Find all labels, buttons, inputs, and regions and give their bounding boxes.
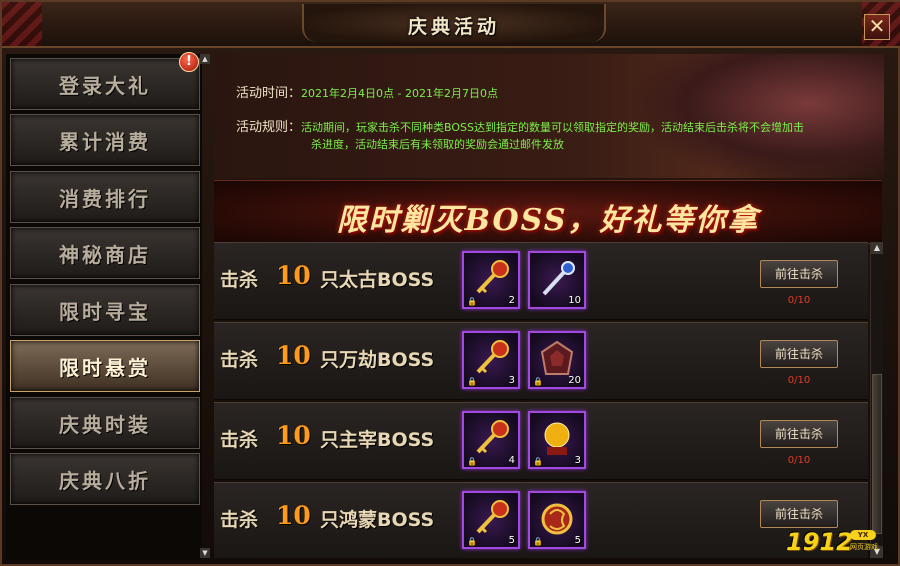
sidebar: 登录大礼 累计消费 消费排行 神秘商店 限时寻宝 限时悬赏 庆典时装 庆典八折 [6,54,202,560]
lock-icon: 🔒 [533,537,543,546]
reward-slot[interactable]: 🔒 20 [528,331,586,389]
reward-slot[interactable]: 🔒 2 [462,251,520,309]
red-key-icon [476,500,509,534]
bounty-row: 击杀 10 只鸿蒙BOSS 🔒 5 🔒 5 前往击杀 [214,482,868,558]
event-rule-label: 活动规则： [236,120,302,135]
boss-name: 只主宰BOSS [320,429,435,451]
red-key-icon [476,340,509,374]
kill-label: 击杀 [220,349,259,371]
event-rule-text-2: 杀进度，活动结束后有未领取的奖励会通过邮件发放 [311,138,564,151]
event-time-label: 活动时间： [236,86,302,101]
bounty-row: 击杀 10 只主宰BOSS 🔒 4 🔒 3 前往击杀 0/10 [214,402,868,480]
bounty-row: 击杀 10 只万劫BOSS 🔒 3 🔒 20 前往击杀 0/10 [214,322,868,400]
reward-slot[interactable]: 🔒 5 [462,491,520,549]
kill-progress: 0/10 [787,455,811,466]
boss-name: 只鸿蒙BOSS [320,509,435,531]
reward-count: 5 [574,535,581,546]
reward-slot[interactable]: 🔒 3 [462,331,520,389]
event-rule-text-1: 活动期间，玩家击杀不同种类BOSS达到指定的数量可以领取指定的奖励，活动结束后击… [301,121,804,134]
event-rule-line: 活动规则：活动期间，玩家击杀不同种类BOSS达到指定的数量可以领取指定的奖励，活… [236,116,846,135]
reward-count: 20 [568,375,581,386]
dragon-emblem-icon [541,503,573,535]
title-bar: 庆典活动 ✕ [2,2,900,48]
title-plate: 庆典活动 [302,4,606,42]
reward-count: 5 [508,535,515,546]
scroll-thumb[interactable] [872,374,882,534]
reward-count: 4 [508,455,515,466]
window-title: 庆典活动 [407,16,500,38]
kill-progress: 0/10 [787,375,811,386]
kill-label: 击杀 [220,269,259,291]
watermark-text: 1912 [786,528,853,556]
bounty-row: 击杀 10 只太古BOSS 🔒 2 10 前往击杀 0/10 [214,242,868,320]
red-key-icon [476,260,509,294]
event-window: 庆典活动 ✕ 登录大礼 累计消费 消费排行 神秘商店 限时寻宝 限时悬赏 庆典时… [0,0,900,566]
reward-slot[interactable]: 10 [528,251,586,309]
chain-ornament-left [2,2,42,46]
event-rule-line-2: 杀进度，活动结束后有未领取的奖励会通过邮件发放 [311,136,564,152]
event-time-line: 活动时间：2021年2月4日0点 - 2021年2月7日0点 [236,82,498,101]
reward-count: 3 [508,375,515,386]
rune-stone-icon [540,340,574,375]
scroll-up-icon[interactable]: ▲ [871,242,883,254]
kill-count: 10 [276,261,311,290]
event-banner: 限时剿灭BOSS，好礼等你拿 [214,180,882,244]
reward-count: 10 [568,295,581,306]
go-kill-button[interactable]: 前往击杀 [760,340,838,368]
sidebar-item-spend-ranking[interactable]: 消费排行 [10,171,200,223]
go-kill-button[interactable]: 前往击杀 [760,420,838,448]
reward-slot[interactable]: 🔒 4 [462,411,520,469]
sidebar-scroll-up-icon[interactable]: ▲ [200,54,210,64]
banner-text: 限时剿灭BOSS，好礼等你拿 [336,203,760,238]
kill-progress: 0/10 [787,295,811,306]
reward-slot[interactable]: 🔒 3 [528,411,586,469]
lock-icon: 🔒 [467,377,477,386]
lock-icon: 🔒 [467,297,477,306]
event-time-value: 2021年2月4日0点 - 2021年2月7日0点 [301,87,498,100]
reward-slot[interactable]: 🔒 5 [528,491,586,549]
sidebar-scroll-down-icon[interactable]: ▼ [200,548,210,558]
sidebar-item-discount[interactable]: 庆典八折 [10,453,200,505]
list-scrollbar[interactable]: ▲ ▼ [870,242,883,558]
lock-icon: 🔒 [467,457,477,466]
alert-icon: ! [179,52,199,72]
kill-count: 10 [276,421,311,450]
sidebar-item-fashion[interactable]: 庆典时装 [10,397,200,449]
sidebar-item-bounty[interactable]: 限时悬赏 [10,340,200,392]
lock-icon: 🔒 [533,457,543,466]
kill-count: 10 [276,341,311,370]
sidebar-item-cumulative-spend[interactable]: 累计消费 [10,114,200,166]
kill-count: 10 [276,501,311,530]
sidebar-item-mystery-shop[interactable]: 神秘商店 [10,227,200,279]
bounty-list: 击杀 10 只太古BOSS 🔒 2 10 前往击杀 0/10 击杀 10 只万劫… [214,242,868,558]
watermark-sub: 网页游戏 [850,543,878,551]
kill-label: 击杀 [220,429,259,451]
red-key-icon [476,420,509,454]
event-info-panel: 活动时间：2021年2月4日0点 - 2021年2月7日0点 活动规则：活动期间… [214,54,884,178]
watermark-badge: YX [850,530,876,540]
silver-scepter-icon [542,261,575,296]
kill-label: 击杀 [220,509,259,531]
reward-count: 2 [508,295,515,306]
reward-count: 3 [574,455,581,466]
sidebar-item-login-gift[interactable]: 登录大礼 [10,58,200,110]
close-button[interactable]: ✕ [864,14,890,40]
lock-icon: 🔒 [467,537,477,546]
sidebar-item-treasure-hunt[interactable]: 限时寻宝 [10,284,200,336]
boss-name: 只太古BOSS [320,269,435,291]
golden-orb-icon [544,422,570,455]
lock-icon: 🔒 [533,377,543,386]
watermark-logo: 1912 YX 网页游戏 [786,528,880,558]
go-kill-button[interactable]: 前往击杀 [760,260,838,288]
go-kill-button[interactable]: 前往击杀 [760,500,838,528]
boss-name: 只万劫BOSS [320,349,435,371]
